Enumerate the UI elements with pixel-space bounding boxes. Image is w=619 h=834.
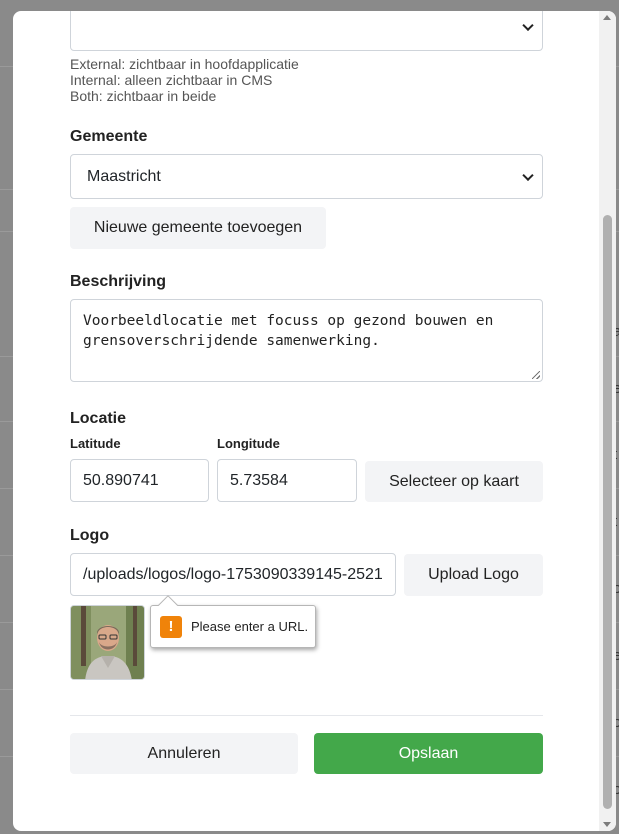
cancel-button[interactable]: Annuleren	[70, 733, 298, 774]
gemeente-select[interactable]: Maastricht	[70, 154, 543, 199]
person-photo-icon	[71, 606, 144, 679]
select-on-map-button[interactable]: Selecteer op kaart	[365, 461, 543, 502]
save-button[interactable]: Opslaan	[314, 733, 543, 774]
beschrijving-label: Beschrijving	[70, 273, 167, 290]
scrollbar-thumb[interactable]	[603, 215, 612, 809]
visibility-hint: External: zichtbaar in hoofdapplicatie I…	[70, 56, 299, 104]
latitude-input[interactable]: 50.890741	[70, 459, 209, 502]
hint-line: External: zichtbaar in hoofdapplicatie	[70, 56, 299, 72]
logo-preview-image	[70, 605, 145, 680]
scroll-up-icon[interactable]	[603, 15, 611, 20]
scroll-down-icon[interactable]	[603, 822, 611, 827]
textarea-line: Voorbeeldlocatie met focuss op gezond bo…	[83, 313, 494, 329]
url-validation-tooltip: ! Please enter a URL.	[150, 595, 316, 648]
longitude-label: Longitude	[217, 436, 280, 451]
tooltip-arrow	[158, 595, 178, 615]
warning-icon: !	[160, 615, 182, 638]
gemeente-selected-value: Maastricht	[87, 167, 161, 185]
hint-line: Both: zichtbaar in beide	[70, 88, 217, 104]
hint-line: Internal: alleen zichtbaar in CMS	[70, 72, 273, 88]
resize-handle-icon[interactable]	[532, 371, 540, 379]
validation-message: Please enter a URL.	[191, 619, 309, 634]
locatie-label: Locatie	[70, 410, 127, 427]
chevron-down-icon	[522, 169, 534, 181]
upload-logo-button[interactable]: Upload Logo	[404, 554, 543, 596]
longitude-input[interactable]: 5.73584	[217, 459, 357, 502]
edit-location-modal: External: zichtbaar in hoofdapplicatie I…	[13, 11, 616, 831]
logo-url-input[interactable]: /uploads/logos/logo-1753090339145-2521	[70, 553, 396, 596]
modal-scrollbar[interactable]	[599, 11, 616, 831]
chevron-down-icon	[522, 19, 534, 32]
textarea-line: grensoverschrijdende samenwerking.	[83, 333, 380, 349]
beschrijving-textarea[interactable]: Voorbeeldlocatie met focuss op gezond bo…	[70, 299, 543, 382]
add-gemeente-button[interactable]: Nieuwe gemeente toevoegen	[70, 207, 326, 249]
footer-divider	[70, 715, 543, 716]
latitude-label: Latitude	[70, 436, 121, 451]
gemeente-label: Gemeente	[70, 128, 148, 145]
logo-label: Logo	[70, 527, 110, 544]
visibility-select[interactable]	[70, 11, 543, 51]
